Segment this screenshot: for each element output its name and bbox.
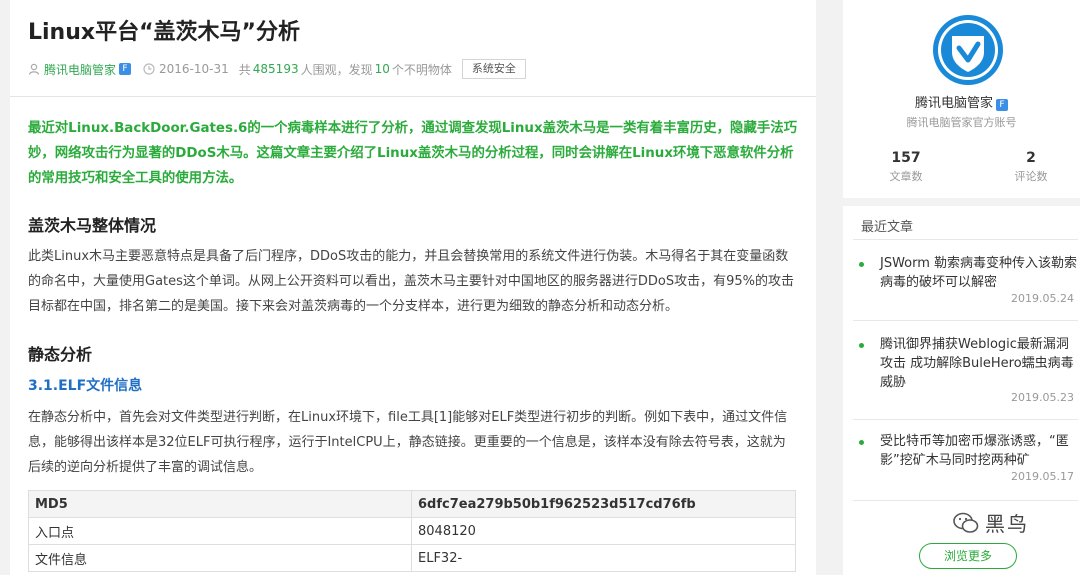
views-count: 485193 [252,62,299,76]
user-icon [28,63,40,75]
author-link[interactable]: 腾讯电脑管家 [44,61,116,78]
stat-label: 评论数 [1014,170,1048,183]
sidebar-author-subtitle: 腾讯电脑管家官方账号 [906,116,1017,129]
article-title: Linux平台“盖茨木马”分析 [28,20,300,45]
stat-label: 文章数 [889,170,923,183]
recent-articles-title: 最近文章 [861,220,914,235]
table-row: 文件信息 ELF32- [28,544,796,572]
recent-article-title[interactable]: 受比特币等加密币爆涨诱惑，“匿影”挖矿木马同时挖两种矿 [880,432,1078,470]
finds-suffix: 个不明物体 [391,62,452,77]
section-heading-static: 静态分析 [28,345,93,364]
recent-article-date: 2019.05.23 [1011,391,1074,404]
subsection-text-elf: 在静态分析中，首先会对文件类型进行判断，在Linux环境下，file工具[1]能… [28,410,788,475]
table-cell: 文件信息 [28,544,412,572]
table-cell: 入口点 [28,517,412,545]
verified-badge: F [119,63,132,75]
watermark-text: 黑鸟 [985,512,1029,536]
bullet-dot-icon [859,343,864,348]
verified-badge: F [996,99,1008,111]
recent-article-title[interactable]: 腾讯御界捕获Weblogic最新漏洞攻击 成功解除BuleHero蠕虫病毒威胁 [880,335,1078,392]
article-panel: Linux平台“盖茨木马”分析 腾讯电脑管家 F 2016-10-31 共 48… [10,0,816,575]
item-divider [853,419,1078,420]
table-row: MD5 6dfc7ea279b50b1f962523d517cd76fb [28,490,796,518]
item-divider [853,320,1078,321]
views-prefix: 共 [238,62,251,77]
publish-date: 2016-10-31 [159,62,229,76]
wechat-icon [953,512,979,533]
stat-comments[interactable]: 2 评论数 [976,150,1080,184]
item-divider [853,500,1078,501]
table-cell: ELF32- [411,544,796,572]
elf-info-table: MD5 6dfc7ea279b50b1f962523d517cd76fb 入口点… [28,490,796,572]
sidebar-author-name[interactable]: 腾讯电脑管家 F [843,92,1080,111]
section-text-overview: 此类Linux木马主要恶意特点是具备了后门程序，DDoS攻击的能力，并且会替换常… [28,249,795,314]
recent-article-item[interactable]: 腾讯御界捕获Weblogic最新漏洞攻击 成功解除BuleHero蠕虫病毒威胁 … [853,335,1078,420]
recent-article-date: 2019.05.17 [1011,470,1074,483]
table-row: 入口点 8048120 [28,517,796,545]
sidebar-author-name-text: 腾讯电脑管家 [914,96,993,111]
sidebar-gap [843,198,1080,206]
recent-article-date: 2019.05.24 [1011,292,1074,305]
section-heading-overview: 盖茨木马整体情况 [28,216,157,235]
article-meta: 腾讯电脑管家 F 2016-10-31 共 485193 人围观，发现 10 个… [28,58,526,80]
bullet-dot-icon [859,440,864,445]
recent-article-item[interactable]: JSWorm 勒索病毒变种传入该勒索病毒的破坏可以解密 2019.05.24 [853,254,1078,324]
bullet-dot-icon [859,262,864,267]
shield-check-logo[interactable] [932,14,1004,86]
subsection-heading-elf: 3.1.ELF文件信息 [28,378,143,394]
stat-value: 157 [891,150,921,166]
header-divider [10,96,816,97]
table-cell: 6dfc7ea279b50b1f962523d517cd76fb [411,490,796,518]
section-divider [853,239,1078,240]
table-cell: MD5 [28,490,412,518]
finds-count: 10 [374,62,390,76]
views-suffix: 人围观，发现 [300,62,373,77]
stat-articles[interactable]: 157 文章数 [851,150,961,184]
wechat-watermark: 黑鸟 [953,508,1029,537]
stat-value: 2 [1026,150,1036,166]
clock-icon [143,63,155,75]
recent-article-item[interactable]: 受比特币等加密币爆涨诱惑，“匿影”挖矿木马同时挖两种矿 2019.05.17 [853,432,1078,502]
author-sidebar: 腾讯电脑管家 F 腾讯电脑管家官方账号 157 文章数 2 评论数 最近文章 JS… [843,0,1080,575]
category-tag-button[interactable]: 系统安全 [461,59,526,79]
recent-article-title[interactable]: JSWorm 勒索病毒变种传入该勒索病毒的破坏可以解密 [880,254,1078,292]
article-summary: 最近对Linux.BackDoor.Gates.6的一个病毒样本进行了分析，通过… [28,121,798,186]
table-cell: 8048120 [411,517,796,545]
browse-more-button[interactable]: 浏览更多 [919,543,1017,569]
